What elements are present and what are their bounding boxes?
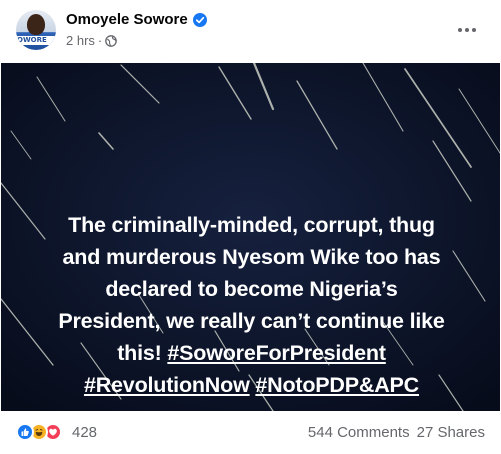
post-meta: 2 hrs · (66, 33, 118, 48)
avatar[interactable]: OWORE (16, 10, 56, 50)
engagement-stats: 544 Comments 27 Shares (308, 424, 485, 441)
post-text-line: and murderous Nyesom Wike too has (62, 245, 441, 269)
reactions-summary[interactable]: 428 (16, 423, 97, 441)
post-text-line: The criminally-minded, corrupt, thug (68, 213, 435, 237)
more-dot (465, 28, 469, 32)
post-text-line: declared to become Nigeria’s (105, 277, 398, 301)
avatar-portrait (27, 14, 45, 35)
comments-count-link[interactable]: 544 Comments (308, 424, 410, 441)
shares-count-link[interactable]: 27 Shares (417, 424, 485, 441)
hashtag-link[interactable]: #RevolutionNow (84, 373, 250, 397)
post-image[interactable]: The criminally-minded, corrupt, thug and… (1, 63, 500, 411)
meta-separator: · (97, 33, 103, 48)
more-dot (458, 28, 462, 32)
more-dot (472, 28, 476, 32)
post-text: The criminally-minded, corrupt, thug and… (15, 209, 488, 401)
hashtag-link[interactable]: #SoworeForPresident (167, 341, 386, 365)
reaction-count[interactable]: 428 (72, 424, 97, 441)
post-footer: 428 544 Comments 27 Shares (0, 411, 501, 454)
more-options-icon[interactable] (453, 16, 481, 44)
avatar-banner-text: OWORE (17, 36, 47, 44)
post-text-line: this! (117, 341, 162, 365)
post-timestamp[interactable]: 2 hrs (66, 33, 95, 48)
post-text-line: President, we really can’t continue like (58, 309, 445, 333)
globe-icon[interactable] (105, 34, 118, 47)
author-row: Omoyele Sowore (66, 11, 207, 28)
hashtag-link[interactable]: #NotoPDP&APC (255, 373, 419, 397)
post-header: OWORE Omoyele Sowore 2 hrs · (0, 0, 501, 63)
verified-badge-icon (192, 12, 207, 27)
like-icon (16, 423, 34, 441)
author-name[interactable]: Omoyele Sowore (66, 11, 188, 28)
